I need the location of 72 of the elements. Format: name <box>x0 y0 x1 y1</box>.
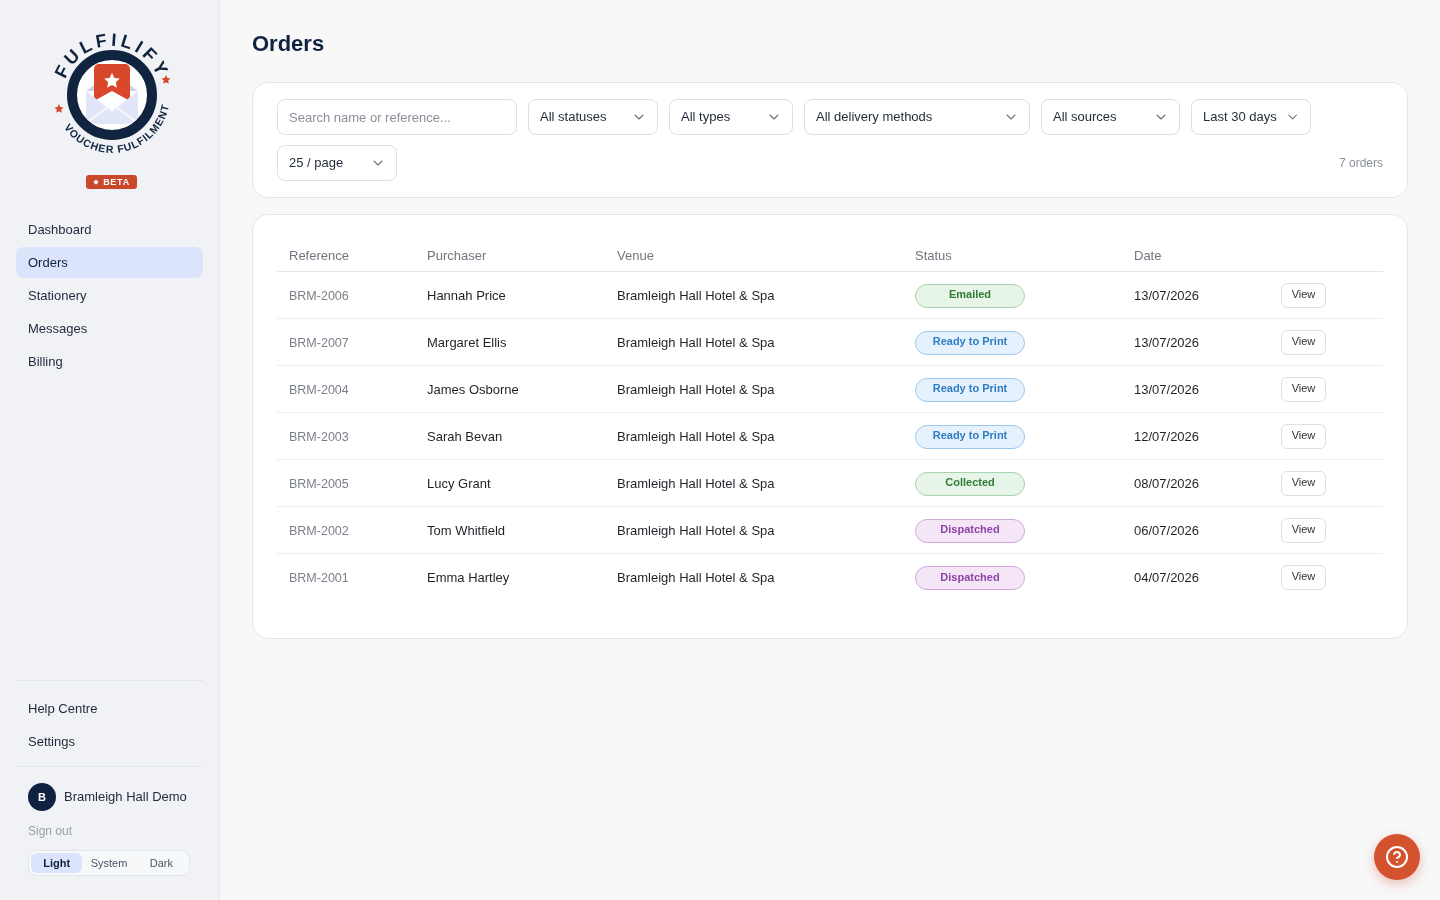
status-badge: Ready to Print <box>915 424 1025 449</box>
purchaser-name: Tom Whitfield <box>427 522 506 538</box>
theme-option[interactable]: System <box>83 853 135 873</box>
purchaser-name: Lucy Grant <box>427 475 491 491</box>
venue-name: Bramleigh Hall Hotel & Spa <box>617 381 775 397</box>
purchaser-name: Hannah Price <box>427 287 506 303</box>
status-badge: Emailed <box>915 283 1025 308</box>
order-date: 04/07/2026 <box>1134 569 1200 585</box>
user-avatar: B <box>28 783 56 811</box>
theme-option[interactable]: Dark <box>135 853 187 873</box>
view-button[interactable]: View <box>1281 518 1326 544</box>
view-button[interactable]: View <box>1281 330 1326 356</box>
filter-dropdown[interactable]: All delivery methods <box>804 99 1030 135</box>
order-date: 13/07/2026 <box>1134 287 1200 303</box>
order-reference: BRM-2007 <box>289 335 349 350</box>
nav-item[interactable]: Messages <box>16 313 203 344</box>
order-reference: BRM-2006 <box>289 288 349 303</box>
purchaser-name: Sarah Bevan <box>427 428 503 444</box>
star-icon <box>93 179 100 185</box>
order-date: 06/07/2026 <box>1134 522 1200 538</box>
order-date: 12/07/2026 <box>1134 428 1200 444</box>
column-header: Purchaser <box>427 247 487 263</box>
status-badge: Ready to Print <box>915 377 1025 402</box>
search-field[interactable]: Search name or reference... <box>277 99 517 135</box>
column-header: Reference <box>289 247 349 263</box>
beta-label: BETA <box>103 177 130 187</box>
account-name: Bramleigh Hall Demo <box>64 788 187 807</box>
order-reference: BRM-2003 <box>289 429 349 444</box>
order-reference: BRM-2004 <box>289 382 349 397</box>
order-reference: BRM-2002 <box>289 523 349 538</box>
status-badge: Dispatched <box>915 566 1025 590</box>
column-header: Status <box>915 247 952 263</box>
nav-item[interactable]: Dashboard <box>16 214 203 245</box>
view-button[interactable]: View <box>1281 377 1326 403</box>
column-header: Venue <box>617 247 654 263</box>
purchaser-name: James Osborne <box>427 381 519 397</box>
nav-item[interactable]: Billing <box>16 346 203 377</box>
sidebar-link[interactable]: Help Centre <box>16 693 203 724</box>
filter-dropdown[interactable]: All sources <box>1041 99 1180 135</box>
venue-name: Bramleigh Hall Hotel & Spa <box>617 522 775 538</box>
view-button[interactable]: View <box>1281 565 1326 591</box>
view-button[interactable]: View <box>1281 471 1326 497</box>
sidebar-link[interactable]: Settings <box>16 726 203 757</box>
help-icon <box>1385 845 1409 869</box>
nav-item[interactable]: Orders <box>16 247 203 278</box>
theme-option[interactable]: Light <box>31 853 83 873</box>
venue-name: Bramleigh Hall Hotel & Spa <box>617 287 775 303</box>
column-header: Date <box>1134 247 1162 263</box>
status-badge: Collected <box>915 471 1025 496</box>
venue-name: Bramleigh Hall Hotel & Spa <box>617 475 775 491</box>
order-reference: BRM-2001 <box>289 570 349 585</box>
order-date: 13/07/2026 <box>1134 381 1200 397</box>
order-date: 08/07/2026 <box>1134 475 1200 491</box>
order-count: 7 orders <box>1338 155 1383 172</box>
purchaser-name: Emma Hartley <box>427 569 510 585</box>
venue-name: Bramleigh Hall Hotel & Spa <box>617 334 775 350</box>
order-date: 13/07/2026 <box>1134 334 1200 350</box>
view-button[interactable]: View <box>1281 424 1326 450</box>
view-button[interactable]: View <box>1281 283 1326 309</box>
page-size-dropdown[interactable]: 25 / page <box>277 145 397 181</box>
filter-dropdown[interactable]: Last 30 days <box>1191 99 1311 135</box>
status-badge: Dispatched <box>915 518 1025 543</box>
purchaser-name: Margaret Ellis <box>427 334 507 350</box>
filter-dropdown[interactable]: All types <box>669 99 793 135</box>
venue-name: Bramleigh Hall Hotel & Spa <box>617 569 775 585</box>
venue-name: Bramleigh Hall Hotel & Spa <box>617 428 775 444</box>
nav-item[interactable]: Stationery <box>16 280 203 311</box>
page-title: Orders <box>252 30 325 58</box>
filter-dropdown[interactable]: All statuses <box>528 99 658 135</box>
order-reference: BRM-2005 <box>289 476 349 491</box>
help-button[interactable] <box>1374 834 1420 880</box>
status-badge: Ready to Print <box>915 330 1025 355</box>
